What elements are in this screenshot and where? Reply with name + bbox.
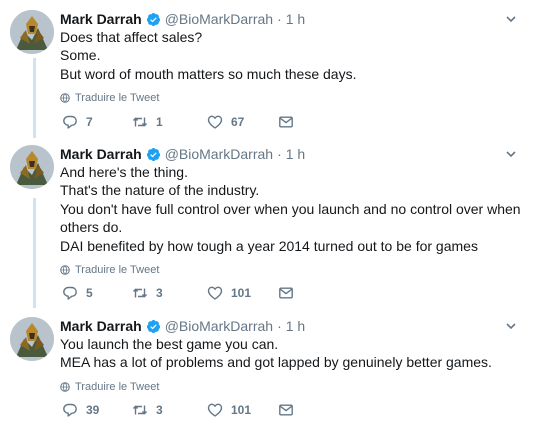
retweet-icon: [132, 405, 148, 415]
translate-label: Traduire le Tweet: [75, 92, 160, 105]
tweet-text-line: Some.: [60, 47, 101, 64]
tweet-text-line: That's the nature of the industry.: [60, 182, 260, 199]
message-icon: [279, 116, 293, 128]
author-name[interactable]: Mark Darrah: [60, 10, 142, 28]
reply-count: 5: [86, 286, 93, 300]
retweet-count: 1: [156, 115, 163, 129]
reply-count: 39: [86, 403, 100, 417]
globe-icon: [60, 265, 70, 275]
like-count: 101: [231, 286, 252, 300]
like-count: 67: [231, 115, 245, 129]
retweet-count: 3: [156, 403, 163, 417]
tweet-text-line: You launch the best game you can.: [60, 336, 279, 352]
timestamp[interactable]: 1 h: [286, 10, 305, 28]
avatar[interactable]: [10, 317, 54, 361]
like-count: 101: [231, 403, 252, 417]
like-icon: [207, 115, 223, 129]
retweet-icon: [132, 288, 148, 298]
globe-icon: [60, 93, 70, 104]
translate-link[interactable]: Traduire le Tweet: [60, 91, 520, 105]
author-handle[interactable]: @BioMarkDarrah: [165, 10, 273, 28]
tweet-text-line: You don't have full control over when yo…: [60, 200, 521, 217]
tweet-text-line: others do.: [60, 219, 123, 236]
tweet-text-line: DAI benefited by how tough a year 2014 t…: [60, 237, 478, 254]
timestamp[interactable]: 1 h: [286, 145, 305, 163]
reply-count: 7: [86, 115, 93, 129]
tweet-text-line: But word of mouth matters so much these …: [60, 65, 357, 82]
tweet[interactable]: Mark Darrah @BioMarkDarrah · 1 h You lau…: [0, 317, 534, 422]
retweet-icon: [132, 117, 148, 127]
message-button[interactable]: [278, 400, 294, 420]
like-button[interactable]: 101: [207, 283, 251, 303]
message-icon: [279, 287, 293, 299]
tweet-header: Mark Darrah @BioMarkDarrah · 1 h: [60, 10, 520, 28]
verified-badge-icon: [146, 12, 160, 26]
caret-down-icon[interactable]: [504, 12, 518, 26]
author-handle[interactable]: @BioMarkDarrah: [165, 145, 273, 163]
like-button[interactable]: 101: [207, 400, 251, 420]
reply-button[interactable]: 7: [62, 112, 93, 132]
like-button[interactable]: 67: [207, 112, 244, 132]
tweet-text: Does that affect sales? Some. But word o…: [60, 28, 520, 83]
tweet[interactable]: Mark Darrah @BioMarkDarrah · 1 h And her…: [0, 145, 534, 310]
verified-badge-icon: [146, 319, 160, 333]
tweet-text-line: Does that affect sales?: [60, 29, 203, 45]
translate-link[interactable]: Traduire le Tweet: [60, 380, 520, 394]
reply-button[interactable]: 5: [62, 283, 93, 303]
like-icon: [207, 286, 223, 300]
reply-icon: [63, 286, 77, 300]
tweet-text: And here's the thing. That's the nature …: [60, 163, 521, 255]
message-button[interactable]: [278, 283, 294, 303]
tweet[interactable]: Mark Darrah @BioMarkDarrah · 1 h Does th…: [0, 10, 534, 140]
timestamp[interactable]: 1 h: [286, 317, 305, 335]
reply-icon: [63, 403, 77, 417]
tweet-actions: 5 3 101: [62, 283, 322, 303]
message-button[interactable]: [278, 112, 294, 132]
author-name[interactable]: Mark Darrah: [60, 145, 142, 163]
separator-dot: ·: [277, 11, 282, 27]
author-name[interactable]: Mark Darrah: [60, 317, 142, 335]
separator-dot: ·: [277, 146, 282, 162]
globe-icon: [60, 382, 70, 392]
separator-dot: ·: [277, 318, 282, 334]
translate-label: Traduire le Tweet: [75, 380, 160, 393]
avatar[interactable]: [10, 145, 54, 189]
like-icon: [207, 403, 223, 417]
avatar[interactable]: [10, 10, 54, 54]
tweet-header: Mark Darrah @BioMarkDarrah · 1 h: [60, 317, 520, 335]
author-handle[interactable]: @BioMarkDarrah: [165, 317, 273, 335]
translate-link[interactable]: Traduire le Tweet: [60, 263, 520, 277]
caret-down-icon[interactable]: [504, 319, 518, 333]
retweet-button[interactable]: 3: [132, 400, 163, 420]
message-icon: [279, 404, 293, 416]
reply-icon: [63, 115, 77, 129]
translate-label: Traduire le Tweet: [75, 264, 160, 277]
retweet-button[interactable]: 1: [132, 112, 163, 132]
tweet-actions: 39 3 101: [62, 400, 322, 420]
tweet-actions: 7 1 67: [62, 112, 322, 132]
tweet-header: Mark Darrah @BioMarkDarrah · 1 h: [60, 145, 520, 163]
tweet-text-line: And here's the thing.: [60, 164, 188, 180]
caret-down-icon[interactable]: [504, 147, 518, 161]
retweet-button[interactable]: 3: [132, 283, 163, 303]
tweet-text-line: MEA has a lot of problems and got lapped…: [60, 354, 492, 371]
retweet-count: 3: [156, 286, 163, 300]
tweet-text: You launch the best game you can. MEA ha…: [60, 335, 520, 372]
verified-badge-icon: [146, 147, 160, 161]
reply-button[interactable]: 39: [62, 400, 99, 420]
